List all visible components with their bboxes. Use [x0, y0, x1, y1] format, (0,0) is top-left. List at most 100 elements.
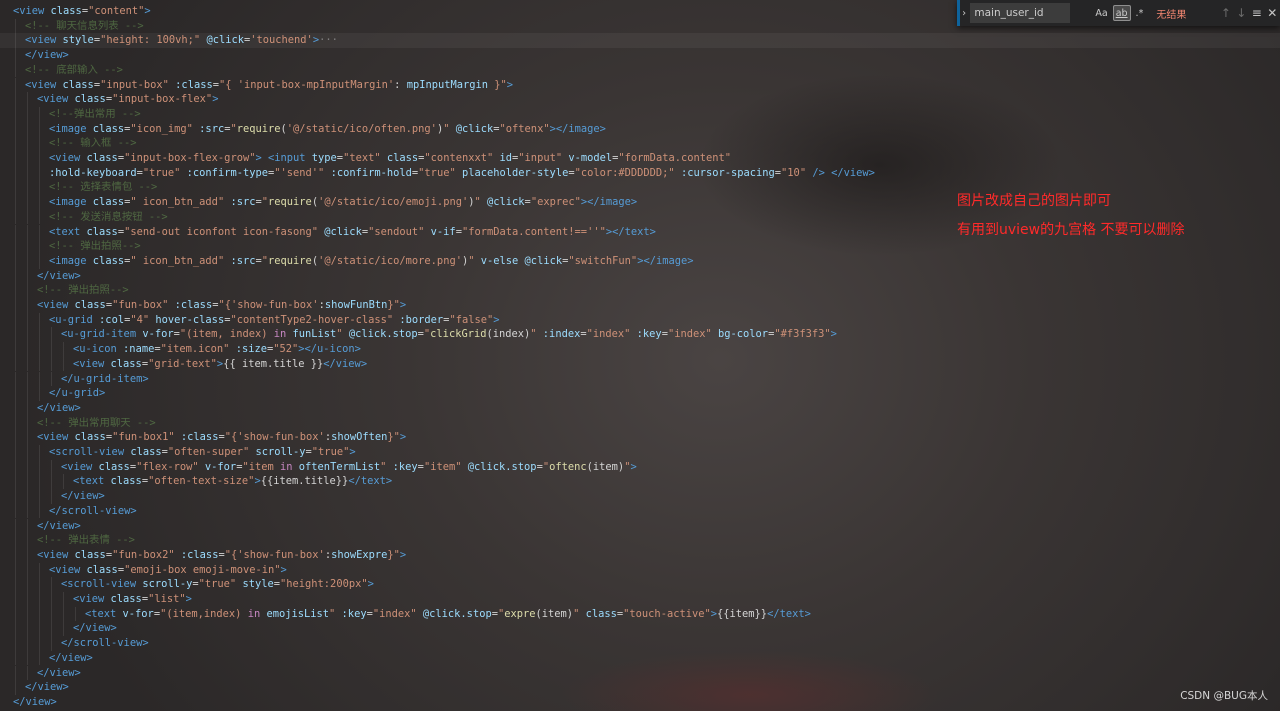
code-line[interactable]: </view>: [0, 680, 960, 695]
code-line[interactable]: </view>: [0, 489, 960, 504]
code-line[interactable]: </view>: [0, 269, 960, 284]
code-line[interactable]: <!-- 底部输入 -->: [0, 63, 960, 78]
code-line[interactable]: </view>: [0, 48, 960, 63]
code-token: "item.icon": [160, 343, 230, 356]
code-line[interactable]: <u-grid :col="4" hover-class="contentTyp…: [0, 313, 960, 328]
code-token: :confirm-type: [180, 166, 268, 179]
code-line[interactable]: <view class="input-box-flex">: [0, 92, 960, 107]
code-line[interactable]: <view class="fun-box2" :class="{'show-fu…: [0, 548, 960, 563]
indent-guide: [51, 327, 52, 343]
code-line[interactable]: <!-- 发送消息按钮 -->: [0, 210, 960, 225]
toggle-replace-chevron-icon[interactable]: ›: [957, 0, 968, 26]
code-token: <view: [49, 152, 81, 164]
code-line[interactable]: <view class="content">: [0, 4, 960, 19]
code-line[interactable]: </view>: [0, 651, 960, 666]
regex-button[interactable]: .*: [1133, 5, 1147, 21]
code-line[interactable]: <!-- 输入框 -->: [0, 136, 960, 151]
indent-guide: [51, 342, 52, 357]
code-line[interactable]: <!-- 弹出拍照-->: [0, 239, 960, 254]
whole-word-button[interactable]: ab: [1112, 5, 1131, 21]
code-line[interactable]: <!-- 弹出常用聊天 -->: [0, 416, 960, 431]
code-line[interactable]: </view>: [0, 401, 960, 416]
code-line[interactable]: <view class="list">: [0, 592, 960, 607]
code-line[interactable]: </view>: [0, 666, 960, 681]
indent-guide: [27, 298, 28, 313]
code-token: class: [124, 446, 162, 458]
indent-guide: [39, 356, 40, 372]
code-token: <view: [73, 593, 105, 605]
code-line[interactable]: <u-icon :name="item.icon" :size="52"></u…: [0, 342, 960, 357]
annotation-line-2: 有用到uview的九宫格 不要可以删除: [957, 222, 1185, 238]
find-in-selection-icon[interactable]: ≡: [1249, 6, 1264, 20]
indent-guide: [27, 606, 28, 622]
indent-guide: [27, 106, 28, 122]
code-line[interactable]: <text v-for="(item,index) in emojisList"…: [0, 607, 960, 622]
code-token: :key: [386, 460, 418, 473]
indent-guide: [15, 371, 16, 387]
code-token: class: [68, 93, 106, 106]
code-line[interactable]: <view class="emoji-box emoji-move-in">: [0, 563, 960, 578]
indent-guide: [39, 562, 40, 578]
indent-guide: [15, 209, 16, 225]
code-line[interactable]: <text class="often-text-size">{{item.tit…: [0, 474, 960, 489]
indent-guide: [51, 592, 52, 607]
code-line[interactable]: </view>: [0, 695, 960, 710]
indent-guide: [51, 459, 52, 475]
code-line[interactable]: <view class="fun-box" :class="{'show-fun…: [0, 298, 960, 313]
code-line[interactable]: </view>: [0, 621, 960, 636]
code-token: </u-grid-item>: [61, 372, 149, 385]
code-line[interactable]: <view class="fun-box1" :class="{'show-fu…: [0, 430, 960, 445]
code-token: '@/static/ico/often.png': [286, 122, 437, 135]
match-case-button[interactable]: Aa: [1092, 5, 1110, 21]
code-token: "{'show-fun-box': [224, 431, 325, 444]
code-token: "true": [198, 578, 237, 591]
code-line[interactable]: <view class="flex-row" v-for="item in of…: [0, 460, 960, 475]
code-line[interactable]: <text class="send-out iconfont icon-faso…: [0, 225, 960, 240]
code-token: <view: [61, 460, 93, 473]
indent-guide: [27, 180, 28, 196]
code-line[interactable]: :hold-keyboard="true" :confirm-type="'se…: [0, 166, 960, 181]
code-line[interactable]: </u-grid-item>: [0, 372, 960, 387]
indent-guide: [27, 224, 28, 240]
code-line[interactable]: <!--弹出常用 -->: [0, 107, 960, 122]
code-token: (item): [535, 607, 574, 620]
code-line[interactable]: <u-grid-item v-for="(item, index) in fun…: [0, 327, 960, 342]
indent-guide: [15, 342, 16, 357]
code-line[interactable]: <scroll-view scroll-y="true" style="heig…: [0, 577, 960, 592]
indent-guide: [39, 386, 40, 401]
close-find-icon[interactable]: ✕: [1265, 6, 1280, 20]
code-token: <!-- 弹出拍照-->: [49, 240, 141, 253]
code-token: in: [247, 607, 261, 620]
next-match-arrow-down-icon[interactable]: ↓: [1234, 6, 1249, 20]
indent-guide: [27, 415, 28, 431]
code-line[interactable]: <image class=" icon_btn_add" :src="requi…: [0, 254, 960, 269]
code-token: type: [305, 152, 337, 164]
code-editor[interactable]: <view class="content"> <!-- 聊天信息列表 --> <vi…: [0, 0, 1280, 711]
code-line[interactable]: <!-- 弹出表情 -->: [0, 533, 960, 548]
code-line[interactable]: <!-- 聊天信息列表 -->: [0, 19, 960, 34]
indent-guide: [51, 577, 52, 592]
code-line[interactable]: <scroll-view class="often-super" scroll-…: [0, 445, 960, 460]
code-line[interactable]: <image class=" icon_btn_add" :src="requi…: [0, 195, 960, 210]
code-token: class: [579, 607, 617, 620]
code-token: <view: [25, 34, 57, 47]
code-line[interactable]: <!-- 选择表情包 -->: [0, 180, 960, 195]
code-token: "fun-box": [112, 299, 169, 311]
code-line[interactable]: <view style="height: 100vh;" @click='tou…: [0, 33, 1280, 49]
code-line[interactable]: <image class="icon_img" :src="require('@…: [0, 122, 960, 137]
code-line[interactable]: </view>: [0, 519, 960, 534]
code-line[interactable]: <view class="input-box-flex-grow"> <inpu…: [0, 151, 960, 166]
find-input[interactable]: [970, 3, 1071, 23]
code-line[interactable]: <view class="grid-text">{{ item.title }}…: [0, 357, 960, 372]
code-token: (index): [486, 328, 531, 341]
code-line[interactable]: </u-grid>: [0, 386, 960, 401]
code-line[interactable]: </scroll-view>: [0, 636, 960, 651]
indent-guide: [51, 474, 52, 490]
code-token: <u-grid-item: [61, 328, 137, 341]
code-line[interactable]: <view class="input-box" :class="{ 'input…: [0, 78, 960, 93]
code-line[interactable]: <!-- 弹出拍照-->: [0, 283, 960, 298]
indent-guide: [27, 518, 28, 534]
code-line[interactable]: </scroll-view>: [0, 504, 960, 519]
previous-match-arrow-up-icon[interactable]: ↑: [1218, 6, 1233, 20]
indent-guide: [15, 430, 16, 445]
